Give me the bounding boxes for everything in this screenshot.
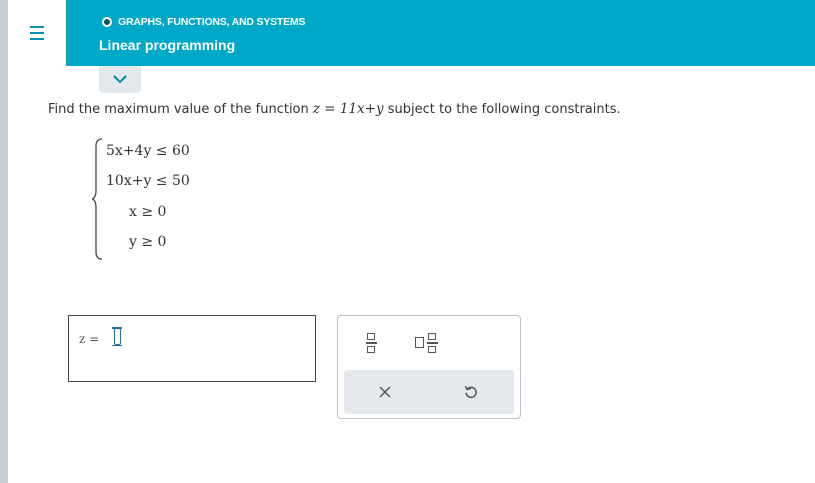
mixed-number-icon bbox=[414, 333, 438, 353]
hamburger-menu-icon bbox=[30, 26, 44, 40]
left-rail bbox=[0, 0, 8, 483]
clear-x-icon bbox=[379, 386, 391, 398]
fraction-key[interactable] bbox=[356, 328, 386, 358]
topic-status-dot bbox=[102, 17, 112, 27]
question-suffix: subject to the following constraints. bbox=[383, 102, 621, 117]
question-prefix: Find the maximum value of the function bbox=[48, 102, 313, 117]
clear-button[interactable] bbox=[370, 378, 400, 406]
constraint-1: 5x+4y ≤ 60 bbox=[106, 143, 190, 159]
fraction-icon bbox=[365, 333, 377, 353]
left-brace bbox=[92, 138, 103, 260]
constraint-2: 10x+y ≤ 50 bbox=[106, 173, 190, 189]
keypad-action-bar bbox=[344, 370, 514, 414]
objective-function: z = 11x+y bbox=[312, 101, 384, 117]
answer-input-box[interactable]: z = bbox=[68, 315, 316, 382]
page-title: Linear programming bbox=[99, 37, 236, 53]
mixed-number-key[interactable] bbox=[406, 328, 446, 358]
undo-button[interactable] bbox=[456, 378, 486, 406]
constraint-system: 5x+4y ≤ 60 10x+y ≤ 50 x ≥ 0 y ≥ 0 bbox=[92, 138, 232, 260]
menu-button[interactable] bbox=[8, 0, 66, 66]
collapse-toggle-button[interactable] bbox=[99, 66, 141, 93]
chevron-down-icon bbox=[113, 75, 127, 84]
constraint-3: x ≥ 0 bbox=[129, 204, 167, 220]
topic-row: GRAPHS, FUNCTIONS, AND SYSTEMS bbox=[102, 16, 305, 28]
answer-label: z = bbox=[79, 332, 100, 346]
undo-icon bbox=[464, 385, 477, 399]
constraint-4: y ≥ 0 bbox=[129, 234, 167, 250]
topic-label: GRAPHS, FUNCTIONS, AND SYSTEMS bbox=[118, 16, 306, 28]
question-text: Find the maximum value of the function z… bbox=[48, 101, 621, 117]
answer-input-field[interactable] bbox=[112, 327, 122, 346]
topic-header: GRAPHS, FUNCTIONS, AND SYSTEMS Linear pr… bbox=[66, 0, 815, 66]
math-keypad bbox=[337, 315, 521, 419]
